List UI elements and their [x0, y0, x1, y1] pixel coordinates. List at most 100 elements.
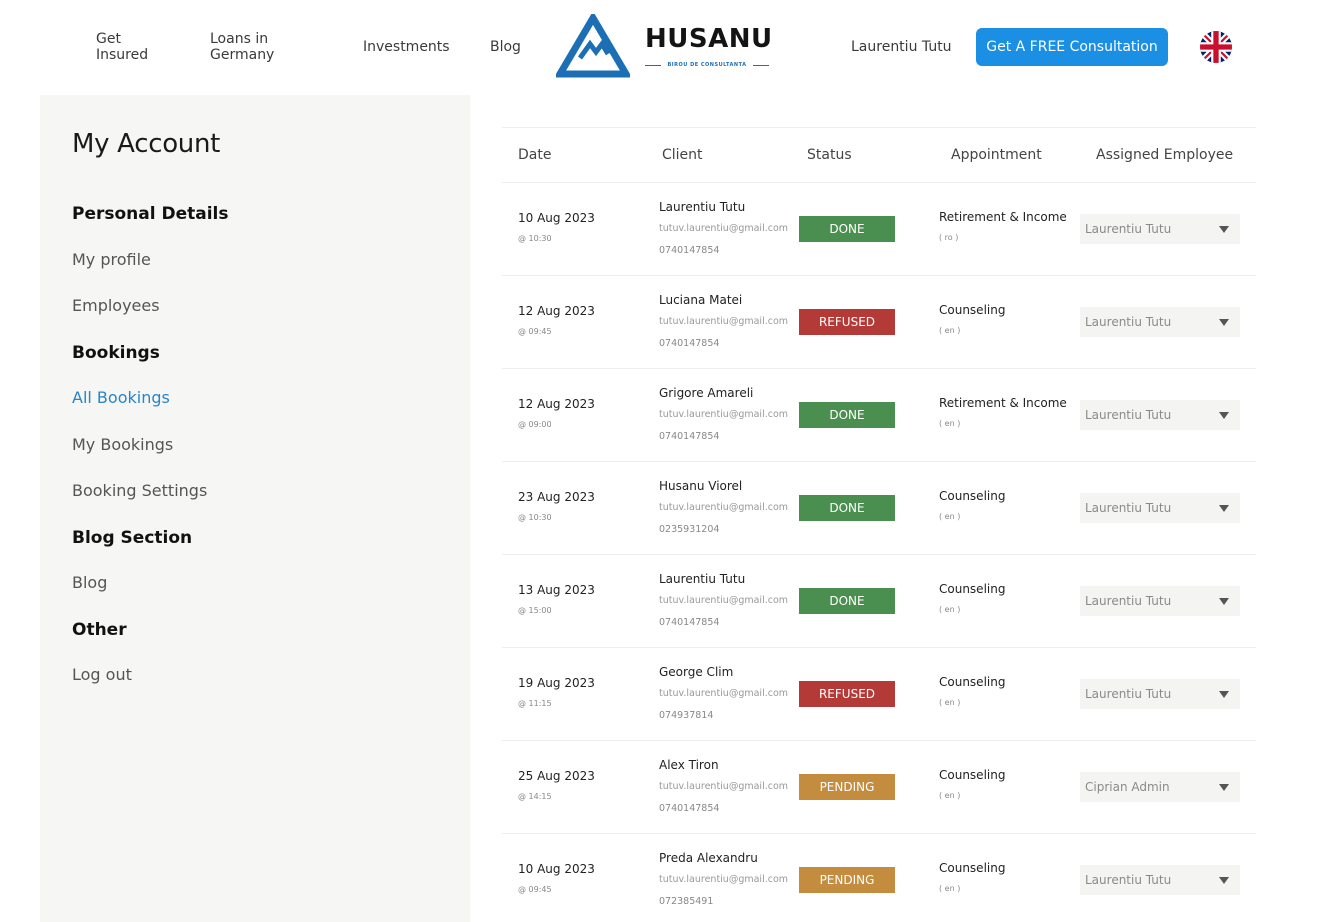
booking-date: 10 Aug 2023	[518, 862, 595, 876]
nav-investments[interactable]: Investments	[363, 39, 450, 55]
client-name: Grigore Amareli	[659, 386, 754, 400]
assigned-employee-value: Laurentiu Tutu	[1085, 594, 1172, 608]
table-row: 19 Aug 2023 @ 11:15 George Clim tutuv.la…	[502, 648, 1256, 741]
assigned-employee-select[interactable]: Laurentiu Tutu	[1080, 400, 1240, 430]
sidebar-item-employees[interactable]: Employees	[72, 296, 160, 315]
client-name: Laurentiu Tutu	[659, 572, 746, 586]
assigned-employee-select[interactable]: Ciprian Admin	[1080, 772, 1240, 802]
booking-date: 12 Aug 2023	[518, 304, 595, 318]
chevron-down-icon	[1219, 877, 1229, 884]
client-email: tutuv.laurentiu@gmail.com	[659, 316, 789, 327]
booking-date: 19 Aug 2023	[518, 676, 595, 690]
status-badge[interactable]: DONE	[799, 495, 895, 521]
assigned-employee-value: Laurentiu Tutu	[1085, 408, 1172, 422]
assigned-employee-select[interactable]: Laurentiu Tutu	[1080, 493, 1240, 523]
table-body: 10 Aug 2023 @ 10:30 Laurentiu Tutu tutuv…	[502, 183, 1256, 922]
booking-date: 12 Aug 2023	[518, 397, 595, 411]
chevron-down-icon	[1219, 691, 1229, 698]
nav-loans-in-germany[interactable]: Loans in Germany	[210, 31, 290, 63]
assigned-employee-value: Laurentiu Tutu	[1085, 501, 1172, 515]
appointment-type: Counseling	[939, 303, 1006, 317]
sidebar-title: My Account	[72, 129, 221, 159]
appointment-language: ( en )	[939, 791, 961, 800]
sidebar-item-my-profile[interactable]: My profile	[72, 250, 151, 269]
client-name: Preda Alexandru	[659, 851, 758, 865]
chevron-down-icon	[1219, 319, 1229, 326]
client-phone: 074937814	[659, 710, 714, 721]
table-row: 25 Aug 2023 @ 14:15 Alex Tiron tutuv.lau…	[502, 741, 1256, 834]
appointment-type: Counseling	[939, 582, 1006, 596]
status-badge[interactable]: REFUSED	[799, 309, 895, 335]
section-blog: Blog Section	[72, 528, 193, 548]
booking-time: @ 14:15	[518, 792, 552, 801]
chevron-down-icon	[1219, 412, 1229, 419]
status-badge[interactable]: DONE	[799, 216, 895, 242]
status-badge[interactable]: REFUSED	[799, 681, 895, 707]
assigned-employee-select[interactable]: Laurentiu Tutu	[1080, 214, 1240, 244]
client-email: tutuv.laurentiu@gmail.com	[659, 409, 789, 420]
table-row: 13 Aug 2023 @ 15:00 Laurentiu Tutu tutuv…	[502, 555, 1256, 648]
status-badge[interactable]: PENDING	[799, 774, 895, 800]
client-email: tutuv.laurentiu@gmail.com	[659, 781, 789, 792]
appointment-type: Retirement & Income	[939, 396, 1067, 410]
sidebar-item-blog[interactable]: Blog	[72, 573, 107, 592]
appointment-language: ( en )	[939, 884, 961, 893]
appointment-language: ( en )	[939, 605, 961, 614]
nav-blog[interactable]: Blog	[490, 39, 521, 55]
appointment-type: Counseling	[939, 675, 1006, 689]
booking-time: @ 09:45	[518, 327, 552, 336]
assigned-employee-select[interactable]: Laurentiu Tutu	[1080, 586, 1240, 616]
chevron-down-icon	[1219, 505, 1229, 512]
husanu-logo[interactable]: HUSANU BIROU DE CONSULTANTA	[556, 14, 776, 80]
table-row: 23 Aug 2023 @ 10:30 Husanu Viorel tutuv.…	[502, 462, 1256, 555]
uk-flag-icon[interactable]	[1200, 31, 1232, 63]
assigned-employee-select[interactable]: Laurentiu Tutu	[1080, 865, 1240, 895]
client-phone: 0740147854	[659, 245, 720, 256]
status-badge[interactable]: DONE	[799, 402, 895, 428]
chevron-down-icon	[1219, 226, 1229, 233]
appointment-language: ( en )	[939, 512, 961, 521]
table-row: 12 Aug 2023 @ 09:45 Luciana Matei tutuv.…	[502, 276, 1256, 369]
nav-get-insured[interactable]: Get Insured	[96, 31, 166, 63]
assigned-employee-value: Ciprian Admin	[1085, 780, 1170, 794]
status-badge[interactable]: PENDING	[799, 867, 895, 893]
appointment-type: Counseling	[939, 768, 1006, 782]
chevron-down-icon	[1219, 784, 1229, 791]
booking-time: @ 15:00	[518, 606, 552, 615]
status-badge[interactable]: DONE	[799, 588, 895, 614]
booking-time: @ 09:00	[518, 420, 552, 429]
assigned-employee-value: Laurentiu Tutu	[1085, 687, 1172, 701]
section-bookings: Bookings	[72, 343, 160, 363]
sidebar-item-all-bookings[interactable]: All Bookings	[72, 388, 170, 407]
table-row: 12 Aug 2023 @ 09:00 Grigore Amareli tutu…	[502, 369, 1256, 462]
client-phone: 0740147854	[659, 431, 720, 442]
booking-date: 25 Aug 2023	[518, 769, 595, 783]
logo-mark-icon	[556, 14, 630, 78]
assigned-employee-select[interactable]: Laurentiu Tutu	[1080, 679, 1240, 709]
appointment-type: Counseling	[939, 489, 1006, 503]
column-header-assigned-employee: Assigned Employee	[1096, 147, 1234, 163]
client-phone: 072385491	[659, 896, 714, 907]
sidebar-item-booking-settings[interactable]: Booking Settings	[72, 481, 207, 500]
booking-time: @ 10:30	[518, 513, 552, 522]
logo-divider	[753, 65, 769, 66]
table-row: 10 Aug 2023 @ 09:45 Preda Alexandru tutu…	[502, 834, 1256, 922]
nav-user-name[interactable]: Laurentiu Tutu	[851, 39, 952, 55]
booking-date: 10 Aug 2023	[518, 211, 595, 225]
column-header-status: Status	[807, 147, 852, 163]
client-phone: 0235931204	[659, 524, 720, 535]
site-header: Get Insured Loans in Germany Investments…	[0, 0, 1325, 95]
appointment-language: ( ro )	[939, 233, 959, 242]
sidebar-item-log-out[interactable]: Log out	[72, 665, 132, 684]
table-header: Date Client Status Appointment Assigned …	[502, 127, 1256, 183]
booking-time: @ 09:45	[518, 885, 552, 894]
sidebar-item-my-bookings[interactable]: My Bookings	[72, 435, 173, 454]
assigned-employee-value: Laurentiu Tutu	[1085, 315, 1172, 329]
client-phone: 0740147854	[659, 338, 720, 349]
assigned-employee-select[interactable]: Laurentiu Tutu	[1080, 307, 1240, 337]
free-consultation-button[interactable]: Get A FREE Consultation	[976, 28, 1168, 66]
assigned-employee-value: Laurentiu Tutu	[1085, 873, 1172, 887]
client-phone: 0740147854	[659, 803, 720, 814]
table-row: 10 Aug 2023 @ 10:30 Laurentiu Tutu tutuv…	[502, 183, 1256, 276]
client-email: tutuv.laurentiu@gmail.com	[659, 874, 789, 885]
